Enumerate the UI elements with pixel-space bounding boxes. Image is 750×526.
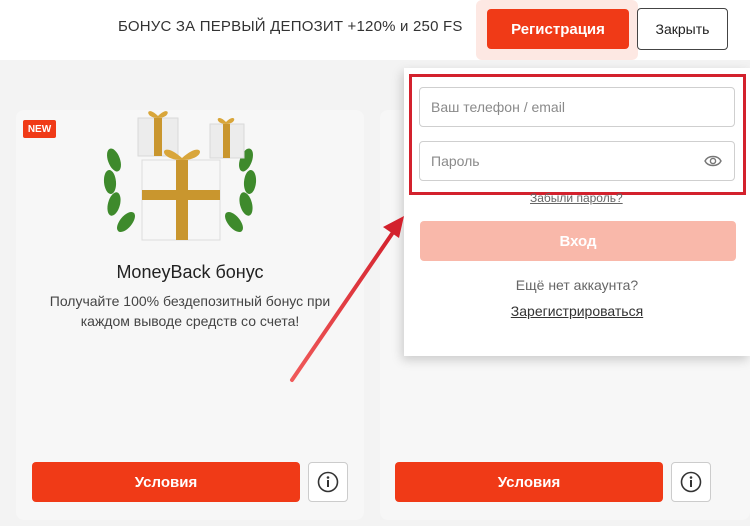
card-title: MoneyBack бонус (116, 262, 264, 282)
register-link[interactable]: Зарегистрироваться (404, 303, 750, 319)
info-button[interactable] (308, 462, 348, 502)
top-bar: БОНУС ЗА ПЕРВЫЙ ДЕПОЗИТ +120% и 250 FS Р… (0, 0, 750, 60)
close-button[interactable]: Закрыть (637, 8, 728, 50)
conditions-button[interactable]: Условия (395, 462, 663, 502)
no-account-text: Ещё нет аккаунта? (515, 277, 639, 293)
info-icon (317, 471, 339, 493)
info-icon (680, 471, 702, 493)
new-badge: NEW (23, 120, 56, 138)
highlight-box (409, 74, 746, 195)
gift-box-icon (103, 111, 257, 241)
info-button[interactable] (671, 462, 711, 502)
register-link-label[interactable]: Зарегистрироваться (511, 303, 643, 319)
register-button[interactable]: Регистрация (487, 9, 629, 49)
promo-text: БОНУС ЗА ПЕРВЫЙ ДЕПОЗИТ +120% и 250 FS (118, 18, 463, 35)
forgot-password-link[interactable]: Забыли пароль? (530, 191, 623, 205)
card-description: Получайте 100% бездепозитный бонус при к… (49, 293, 331, 329)
conditions-button[interactable]: Условия (32, 462, 300, 502)
login-button[interactable]: Вход (420, 221, 736, 261)
